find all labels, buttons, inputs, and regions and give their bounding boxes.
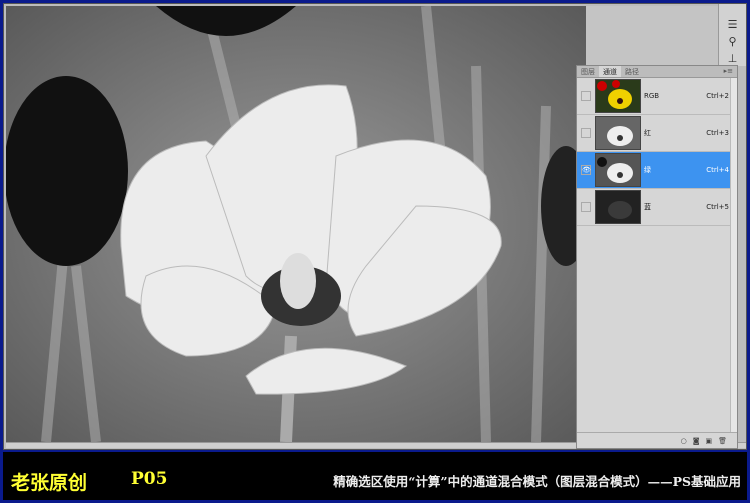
- visibility-toggle[interactable]: [581, 128, 591, 138]
- tab-paths[interactable]: 路径: [621, 66, 643, 77]
- channel-row-green[interactable]: 👁 绿 Ctrl+4: [577, 152, 737, 189]
- author-label: 老张原创: [11, 472, 88, 494]
- tab-layers[interactable]: 图层: [577, 66, 599, 77]
- load-selection-icon[interactable]: ○: [681, 437, 687, 445]
- caption-bar: 老张原创 P05 精确选区使用“计算”中的通道混合模式（图层混合模式）——PS基…: [3, 452, 747, 500]
- green-thumbnail: [595, 153, 641, 187]
- red-thumbnail: [595, 116, 641, 150]
- puppet-icon[interactable]: ⚲: [728, 35, 736, 48]
- page-number: P05: [131, 469, 168, 489]
- panel-menu-icon[interactable]: ▸≡: [724, 67, 733, 75]
- eye-icon[interactable]: 👁: [581, 165, 591, 175]
- document-canvas[interactable]: [6, 6, 586, 442]
- channel-row-rgb[interactable]: RGB Ctrl+2: [577, 78, 737, 115]
- tulip-image: [6, 6, 586, 442]
- delete-channel-icon[interactable]: 🗑: [718, 437, 727, 445]
- visibility-toggle[interactable]: [581, 202, 591, 212]
- adjustments-icon[interactable]: ☰: [728, 18, 738, 31]
- blue-thumbnail: [595, 190, 641, 224]
- lesson-title: 精确选区使用“计算”中的通道混合模式（图层混合模式）——PS基础应用: [333, 474, 741, 489]
- panel-dock: ☰ ⚲ ⊥: [718, 4, 746, 66]
- channel-row-blue[interactable]: 蓝 Ctrl+5: [577, 189, 737, 226]
- visibility-toggle[interactable]: [581, 91, 591, 101]
- panel-scrollbar[interactable]: [730, 78, 737, 433]
- clone-source-icon[interactable]: ⊥: [728, 52, 738, 65]
- rgb-thumbnail: [595, 79, 641, 113]
- new-channel-icon[interactable]: ▣: [705, 437, 712, 445]
- workspace-background: [586, 6, 718, 66]
- channels-panel: 图层 通道 路径 ▸≡ RGB Ctrl+2 红 Ctrl+3 👁 绿 Ctrl…: [576, 65, 738, 449]
- channel-row-red[interactable]: 红 Ctrl+3: [577, 115, 737, 152]
- panel-footer: ○ ◙ ▣ 🗑: [577, 432, 737, 448]
- tab-channels[interactable]: 通道: [599, 66, 621, 77]
- save-selection-icon[interactable]: ◙: [693, 437, 700, 445]
